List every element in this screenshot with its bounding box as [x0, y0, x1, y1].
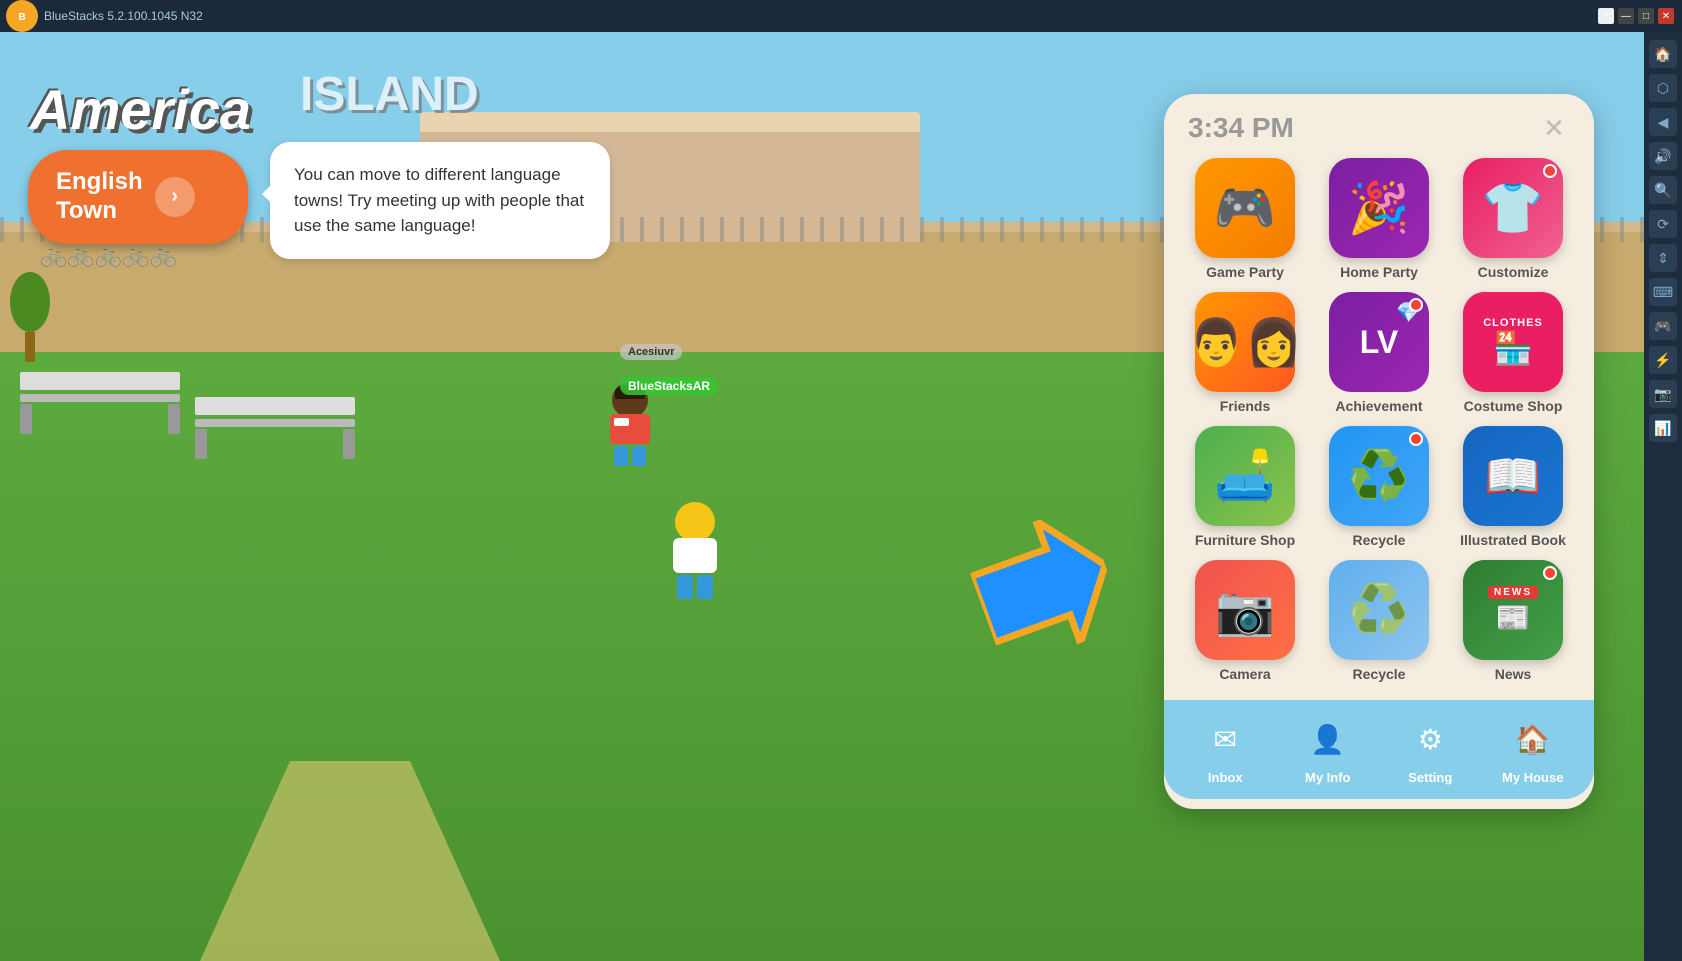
app-title: BlueStacks 5.2.100.1045 N32 [44, 9, 1598, 23]
customize-label: Customize [1478, 264, 1549, 280]
achievement-label: Achievement [1335, 398, 1422, 414]
menu-item-furniture-shop[interactable]: 🛋️ Furniture Shop [1184, 426, 1306, 548]
menu-item-home-party[interactable]: 🎉 Home Party [1318, 158, 1440, 280]
game-party-icon: 🎮 [1195, 158, 1295, 258]
english-town-button[interactable]: EnglishTown › [28, 150, 248, 244]
recycle-label: Recycle [1353, 532, 1406, 548]
menu-item-costume-shop[interactable]: CLOTHES 🏪 Costume Shop [1452, 292, 1574, 414]
camera-label: Camera [1219, 666, 1270, 682]
sidebar-icon-rotate[interactable]: ⟳ [1649, 210, 1677, 238]
news-badge [1543, 566, 1557, 580]
furniture-shop-icon: 🛋️ [1195, 426, 1295, 526]
sidebar-icon-macro[interactable]: ⚡ [1649, 346, 1677, 374]
menu-item-camera[interactable]: 📷 Camera [1184, 560, 1306, 682]
menu-item-friends[interactable]: 👨‍👩 Friends [1184, 292, 1306, 414]
home-party-icon: 🎉 [1329, 158, 1429, 258]
bottom-item-my-info[interactable]: 👤 My Info [1288, 714, 1368, 785]
costume-shop-label: Costume Shop [1464, 398, 1563, 414]
achievement-badge [1409, 298, 1423, 312]
speech-bubble-text: You can move to different language towns… [294, 162, 586, 239]
npc-name-tag: Acesiuvr [620, 344, 682, 360]
furniture-shop-label: Furniture Shop [1195, 532, 1295, 548]
sidebar-icon-back[interactable]: ◀ [1649, 108, 1677, 136]
menu-item-news[interactable]: NEWS 📰 News [1452, 560, 1574, 682]
my-info-icon: 👤 [1303, 714, 1353, 764]
home-party-label: Home Party [1340, 264, 1418, 280]
bench-right [195, 397, 355, 459]
svg-text:B: B [18, 12, 25, 23]
bluestacks-logo: B [6, 0, 38, 32]
game-area: America ISLAND 🚲🚲🚲🚲🚲 [0, 32, 1644, 961]
sidebar-icon-stats[interactable]: 📊 [1649, 414, 1677, 442]
camera-icon: 📷 [1195, 560, 1295, 660]
sidebar-icon-gamepad[interactable]: 🎮 [1649, 312, 1677, 340]
recycle-badge [1409, 432, 1423, 446]
arrow-icon: › [155, 177, 195, 217]
sidebar-icon-resize[interactable]: ⇕ [1649, 244, 1677, 272]
friends-label: Friends [1220, 398, 1271, 414]
bikes: 🚲🚲🚲🚲🚲 [40, 242, 177, 268]
menu-item-customize[interactable]: 👕 Customize [1452, 158, 1574, 280]
window-controls: ? — □ ✕ [1598, 8, 1674, 24]
player-name-tag: BlueStacksAR [620, 377, 718, 395]
english-town-label: EnglishTown [56, 168, 143, 226]
sidebar-icon-screenshot[interactable]: ⬡ [1649, 74, 1677, 102]
customize-badge [1543, 164, 1557, 178]
recycle2-label: Recycle [1353, 666, 1406, 682]
sidebar-icon-camera[interactable]: 📷 [1649, 380, 1677, 408]
menu-item-recycle2[interactable]: ♻️ Recycle [1318, 560, 1440, 682]
bottom-item-inbox[interactable]: ✉ Inbox [1185, 714, 1265, 785]
inbox-icon: ✉ [1200, 714, 1250, 764]
menu-bottom-toolbar: ✉ Inbox 👤 My Info ⚙ Setting 🏠 My House [1164, 700, 1594, 799]
customize-icon: 👕 [1463, 158, 1563, 258]
titlebar: B BlueStacks 5.2.100.1045 N32 ? — □ ✕ [0, 0, 1682, 32]
menu-item-game-party[interactable]: 🎮 Game Party [1184, 158, 1306, 280]
setting-label: Setting [1408, 770, 1452, 785]
menu-item-achievement[interactable]: LV 💎 Achievement [1318, 292, 1440, 414]
blonde-character [660, 502, 730, 602]
speech-bubble: You can move to different language towns… [270, 142, 610, 259]
inbox-label: Inbox [1208, 770, 1243, 785]
illustrated-book-label: Illustrated Book [1460, 532, 1566, 548]
menu-header: 3:34 PM ✕ [1164, 94, 1594, 154]
my-house-label: My House [1502, 770, 1563, 785]
menu-item-recycle[interactable]: ♻️ Recycle [1318, 426, 1440, 548]
minimize-button[interactable]: — [1618, 8, 1634, 24]
island-title: ISLAND [300, 67, 479, 122]
sidebar-icon-home[interactable]: 🏠 [1649, 40, 1677, 68]
my-info-label: My Info [1305, 770, 1351, 785]
illustrated-book-icon: 📖 [1463, 426, 1563, 526]
sidebar-icon-zoom[interactable]: 🔍 [1649, 176, 1677, 204]
maximize-button[interactable]: □ [1638, 8, 1654, 24]
close-button[interactable]: ✕ [1658, 8, 1674, 24]
costume-shop-icon: CLOTHES 🏪 [1463, 292, 1563, 392]
tree [10, 272, 50, 362]
menu-close-button[interactable]: ✕ [1538, 112, 1570, 144]
menu-item-illustrated-book[interactable]: 📖 Illustrated Book [1452, 426, 1574, 548]
game-party-label: Game Party [1206, 264, 1284, 280]
setting-icon: ⚙ [1405, 714, 1455, 764]
menu-time: 3:34 PM [1188, 112, 1294, 144]
right-sidebar: 🏠 ⬡ ◀ 🔊 🔍 ⟳ ⇕ ⌨ 🎮 ⚡ 📷 📊 [1644, 32, 1682, 961]
my-house-icon: 🏠 [1508, 714, 1558, 764]
sidebar-icon-keyboard[interactable]: ⌨ [1649, 278, 1677, 306]
bottom-item-setting[interactable]: ⚙ Setting [1390, 714, 1470, 785]
menu-grid: 🎮 Game Party 🎉 Home Party 👕 Customize [1164, 154, 1594, 694]
help-button[interactable]: ? [1598, 8, 1614, 24]
news-icon: NEWS 📰 [1463, 560, 1563, 660]
menu-panel: 3:34 PM ✕ 🎮 Game Party 🎉 Home Party [1164, 94, 1594, 809]
bottom-item-my-house[interactable]: 🏠 My House [1493, 714, 1573, 785]
friends-icon: 👨‍👩 [1195, 292, 1295, 392]
recycle2-icon: ♻️ [1329, 560, 1429, 660]
bench-left [20, 372, 180, 434]
news-label: News [1495, 666, 1532, 682]
region-title: America [30, 77, 251, 142]
sidebar-icon-volume[interactable]: 🔊 [1649, 142, 1677, 170]
recycle-icon: ♻️ [1329, 426, 1429, 526]
achievement-icon: LV 💎 [1329, 292, 1429, 392]
